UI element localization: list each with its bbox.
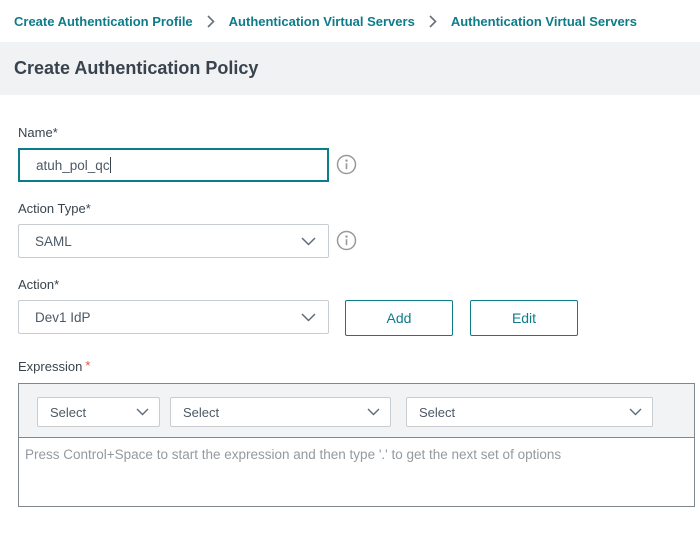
breadcrumb-item-create-authentication-profile[interactable]: Create Authentication Profile (14, 14, 193, 29)
chevron-down-icon (301, 313, 328, 322)
expression-builder: Select Select Select Press Control+Space… (18, 383, 695, 507)
chevron-down-icon (629, 408, 652, 416)
expression-label: Expression* (18, 359, 90, 374)
expression-select-2[interactable]: Select (170, 397, 391, 427)
name-input-value: atuh_pol_qc (36, 158, 110, 173)
add-button[interactable]: Add (345, 300, 453, 336)
text-cursor (110, 157, 111, 173)
expression-select-3[interactable]: Select (406, 397, 653, 427)
breadcrumb-item-authentication-virtual-servers[interactable]: Authentication Virtual Servers (229, 14, 415, 29)
name-label: Name* (18, 125, 58, 140)
required-asterisk: * (86, 201, 91, 216)
breadcrumb-separator-icon (207, 15, 215, 28)
required-asterisk: * (54, 277, 59, 292)
expression-input[interactable]: Press Control+Space to start the express… (19, 438, 694, 506)
required-asterisk: * (85, 358, 90, 373)
breadcrumb-item-authentication-virtual-servers-2[interactable]: Authentication Virtual Servers (451, 14, 637, 29)
expression-select-1[interactable]: Select (37, 397, 160, 427)
action-label: Action* (18, 277, 59, 292)
edit-button[interactable]: Edit (470, 300, 578, 336)
breadcrumb-separator-icon (429, 15, 437, 28)
chevron-down-icon (136, 408, 159, 416)
chevron-down-icon (301, 237, 328, 246)
name-input[interactable]: atuh_pol_qc (18, 148, 329, 182)
expression-builder-toolbar: Select Select Select (19, 384, 694, 438)
info-icon[interactable] (336, 230, 357, 251)
page-title: Create Authentication Policy (14, 58, 258, 79)
chevron-down-icon (367, 408, 390, 416)
info-icon[interactable] (336, 154, 357, 175)
breadcrumb: Create Authentication Profile Authentica… (14, 10, 700, 32)
action-type-select[interactable]: SAML (18, 224, 329, 258)
action-type-label: Action Type* (18, 201, 91, 216)
action-select[interactable]: Dev1 IdP (18, 300, 329, 334)
page-header: Create Authentication Policy (0, 42, 700, 95)
action-value: Dev1 IdP (19, 310, 91, 325)
action-type-value: SAML (19, 234, 72, 249)
required-asterisk: * (53, 125, 58, 140)
